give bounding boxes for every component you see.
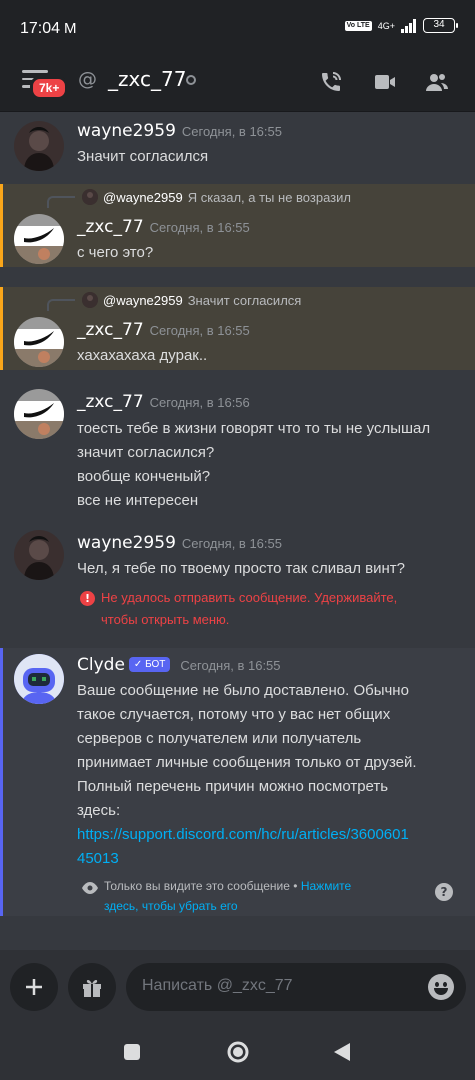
message-text: Полный перечень причин можно посмотреть bbox=[77, 778, 389, 795]
system-nav-bar bbox=[0, 1030, 475, 1080]
error-text: Не удалось отправить сообщение. Удержива… bbox=[101, 590, 398, 605]
emoji-mouth bbox=[434, 988, 448, 995]
volte-icon: Vo LTE bbox=[344, 20, 372, 31]
voice-call-icon[interactable] bbox=[318, 70, 344, 94]
reply-text: Значит согласился bbox=[187, 292, 302, 308]
avatar[interactable] bbox=[14, 389, 64, 439]
avatar[interactable] bbox=[14, 214, 64, 264]
add-button[interactable] bbox=[10, 963, 58, 1011]
bot-badge: ✓ БОТ bbox=[128, 657, 171, 672]
username[interactable]: wayne2959 bbox=[77, 121, 176, 141]
channel-name[interactable]: _zxc_77 bbox=[108, 67, 186, 91]
recents-icon[interactable] bbox=[123, 1043, 141, 1061]
message-text: серверов с получателем или получатель bbox=[77, 730, 362, 747]
gift-button[interactable] bbox=[68, 963, 116, 1011]
timestamp: Сегодня, в 16:55 bbox=[149, 220, 250, 235]
message-text: тоесть тебе в жизни говорят что то ты не… bbox=[77, 420, 431, 437]
message-text: Ваше сообщение не было доставлено. Обычн… bbox=[77, 682, 409, 699]
error-icon: ! bbox=[80, 591, 95, 606]
message-mention[interactable]: @wayne2959 Я сказал, а ты не возразил _z… bbox=[0, 184, 475, 267]
timestamp: Сегодня, в 16:55 bbox=[181, 536, 282, 551]
status-bar: 17:04 M Vo LTE 4G+ 34 bbox=[0, 0, 475, 58]
message-failed[interactable]: wayne2959 Сегодня, в 16:55 Чел, я тебе по… bbox=[0, 525, 475, 635]
message-text: Значит согласился bbox=[77, 148, 209, 165]
timestamp: Сегодня, в 16:56 bbox=[149, 395, 250, 410]
plus-icon bbox=[26, 979, 42, 995]
unread-badge: 7k+ bbox=[30, 76, 69, 100]
username[interactable]: _zxc_77 bbox=[77, 217, 144, 237]
reply-preview[interactable]: @wayne2959 Я сказал, а ты не возразил bbox=[82, 189, 351, 205]
support-link[interactable]: 45013 bbox=[77, 847, 455, 871]
support-link[interactable]: https://support.discord.com/hc/ru/articl… bbox=[77, 823, 469, 847]
avatar[interactable] bbox=[14, 530, 64, 580]
reply-connector bbox=[47, 196, 75, 208]
timestamp: Сегодня, в 16:55 bbox=[180, 658, 281, 673]
reply-username: @wayne2959 bbox=[103, 189, 183, 205]
message[interactable]: _zxc_77 Сегодня, в 16:56 тоесть тебе в жи… bbox=[0, 385, 475, 515]
offline-status-icon bbox=[186, 75, 196, 85]
message[interactable]: wayne2959 Сегодня, в 16:55 Значит согласи… bbox=[0, 113, 475, 183]
avatar[interactable] bbox=[14, 121, 64, 171]
username[interactable]: Clyde bbox=[77, 655, 125, 675]
reply-avatar bbox=[82, 189, 98, 205]
emoji-icon[interactable] bbox=[428, 974, 454, 1000]
at-icon: @ bbox=[78, 68, 97, 90]
dismiss-link[interactable]: здесь, чтобы убрать его bbox=[104, 899, 238, 913]
avatar[interactable] bbox=[14, 317, 64, 367]
reply-preview[interactable]: @wayne2959 Значит согласился bbox=[82, 292, 301, 308]
status-indicators: Vo LTE 4G+ 34 bbox=[344, 18, 458, 33]
gift-icon bbox=[83, 979, 101, 997]
help-icon[interactable]: ? bbox=[435, 883, 453, 901]
home-icon[interactable] bbox=[226, 1040, 250, 1064]
message-text: вообще конченый? bbox=[77, 468, 211, 485]
video-call-icon[interactable] bbox=[372, 70, 398, 94]
signal-icon bbox=[401, 18, 416, 33]
members-icon[interactable] bbox=[424, 70, 450, 94]
network-type: 4G+ bbox=[377, 20, 395, 31]
reply-avatar bbox=[82, 292, 98, 308]
message-text: значит согласился? bbox=[77, 444, 215, 461]
dismiss-link[interactable]: Нажмите bbox=[301, 879, 351, 893]
reply-text: Я сказал, а ты не возразил bbox=[187, 189, 351, 205]
timestamp: Сегодня, в 16:55 bbox=[181, 124, 282, 139]
channel-header: 7k+ @ _zxc_77 bbox=[0, 58, 475, 112]
composer-bar: Написать @_zxc_77 bbox=[0, 950, 475, 1030]
message-mention[interactable]: @wayne2959 Значит согласился _zxc_77 Сего… bbox=[0, 287, 475, 370]
message-input-placeholder: Написать @_zxc_77 bbox=[142, 977, 293, 994]
message-text: хахахахаха дурак.. bbox=[77, 347, 208, 364]
gmail-notification-icon: M bbox=[64, 20, 77, 37]
battery-icon: 34 bbox=[423, 18, 458, 33]
message-input[interactable]: Написать @_zxc_77 bbox=[126, 963, 466, 1011]
status-time: 17:04 bbox=[20, 20, 61, 37]
reply-username: @wayne2959 bbox=[103, 292, 183, 308]
message-text: принимает личные сообщения только от дру… bbox=[77, 754, 417, 771]
username[interactable]: _zxc_77 bbox=[77, 320, 144, 340]
message-text: с чего это? bbox=[77, 244, 154, 261]
eye-icon bbox=[82, 882, 98, 894]
message-text: Чел, я тебе по твоему просто так сливал … bbox=[77, 560, 405, 577]
timestamp: Сегодня, в 16:55 bbox=[149, 323, 250, 338]
message-text: такое случается, потому что у вас нет об… bbox=[77, 706, 391, 723]
reply-connector bbox=[47, 299, 75, 311]
clyde-avatar[interactable] bbox=[14, 654, 64, 704]
ephemeral-notice: Только вы видите это сообщение • Нажмите… bbox=[104, 879, 352, 913]
username[interactable]: wayne2959 bbox=[77, 533, 176, 553]
error-text: чтобы открыть меню. bbox=[101, 612, 230, 627]
clyde-message[interactable]: Clyde ✓ БОТ Сегодня, в 16:55 Ваше сообщени… bbox=[0, 648, 475, 916]
username[interactable]: _zxc_77 bbox=[77, 392, 144, 412]
back-icon[interactable] bbox=[332, 1041, 352, 1063]
message-text: все не интересен bbox=[77, 492, 199, 509]
message-text: здесь: bbox=[77, 802, 121, 819]
